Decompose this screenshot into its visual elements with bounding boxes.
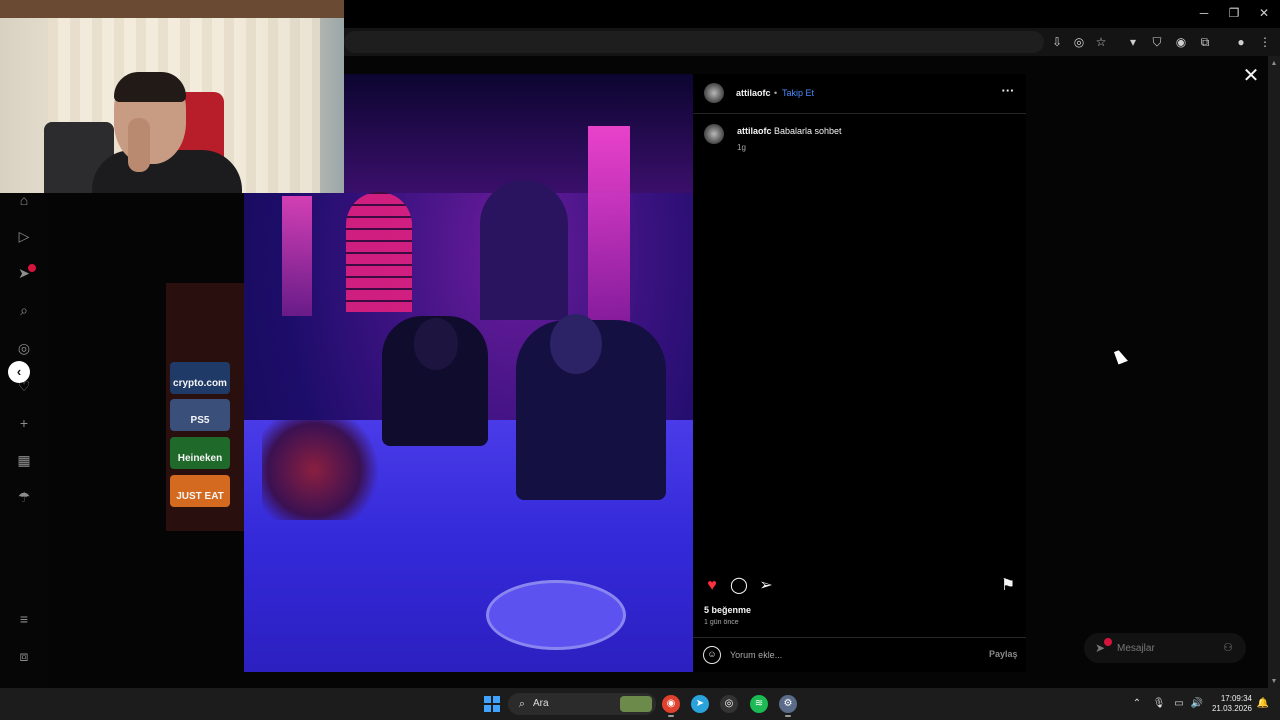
restore-icon[interactable]: ❐ <box>1220 4 1248 22</box>
extension-icon[interactable]: ▾ <box>1124 34 1142 50</box>
game-launcher-icon[interactable]: ◎ <box>720 695 738 713</box>
photo-window <box>346 192 412 312</box>
window-close-icon[interactable]: ✕ <box>1250 4 1278 22</box>
webcam-streamer-hair <box>114 72 186 102</box>
notification-bell-icon[interactable]: 🔔 <box>1256 697 1270 711</box>
sponsor-logo: Heineken <box>170 437 230 469</box>
user-avatar[interactable] <box>704 83 724 103</box>
caption-text: Babalarla sohbet <box>774 126 842 136</box>
photo-plate <box>486 580 626 650</box>
save-bookmark-icon[interactable]: ⚑ <box>999 577 1017 595</box>
photo-flowers <box>262 420 392 520</box>
post-username[interactable]: attilaofc <box>736 88 771 98</box>
photo-ceiling <box>344 74 693 193</box>
shield-icon[interactable]: ⛉ <box>1148 34 1166 50</box>
sponsor-logo: JUST EAT <box>170 475 230 507</box>
extension-icon[interactable]: ◉ <box>1172 34 1190 50</box>
like-heart-icon[interactable]: ♥ <box>703 577 721 595</box>
show-hidden-icons-icon[interactable]: ⌃ <box>1130 697 1144 711</box>
photo-light <box>282 196 312 316</box>
sponsor-logo: crypto.com <box>170 362 230 394</box>
volume-icon[interactable]: 🔊 <box>1190 697 1204 711</box>
post-comment-button[interactable]: Paylaş <box>989 649 1018 659</box>
search-icon[interactable]: ⌕ <box>14 300 34 320</box>
microphone-icon[interactable]: 🎙 <box>1152 697 1166 711</box>
eye-slash-icon[interactable]: ◎ <box>1070 34 1088 50</box>
messages-label: Mesajlar <box>1117 643 1155 654</box>
taskbar-search-label: Ara <box>533 698 549 709</box>
apps-icon[interactable]: ⧈ <box>14 646 34 666</box>
scroll-up-icon[interactable]: ▲ <box>1270 60 1278 68</box>
separator-dot: • <box>774 88 778 98</box>
share-icon[interactable]: ➢ <box>757 577 775 595</box>
puzzle-icon[interactable]: ⧉ <box>1196 34 1214 50</box>
caption-username[interactable]: attilaofc <box>737 126 772 136</box>
app-running-indicator <box>785 715 791 717</box>
page-scrollbar[interactable] <box>1268 56 1280 688</box>
app-running-indicator <box>668 715 674 717</box>
post-time: 1 gün önce <box>704 619 739 626</box>
settings-icon[interactable]: ⚙ <box>779 695 797 713</box>
windows-start-icon[interactable] <box>484 696 500 712</box>
kebab-menu-icon[interactable]: ⋮ <box>1256 34 1274 50</box>
comment-input[interactable] <box>730 649 970 661</box>
minimize-icon[interactable]: ─ <box>1190 4 1218 22</box>
telegram-icon[interactable]: ➤ <box>691 695 709 713</box>
menu-icon[interactable]: ≡ <box>14 609 34 629</box>
profile-avatar-icon[interactable]: ● <box>1232 34 1250 50</box>
more-options-icon[interactable]: ··· <box>998 84 1018 100</box>
photo-person-head <box>414 318 458 370</box>
photo-archway <box>480 180 568 320</box>
reels-icon[interactable]: ▷ <box>14 226 34 246</box>
install-app-icon[interactable]: ⇩ <box>1048 34 1066 50</box>
likes-count[interactable]: 5 beğenme <box>704 605 751 615</box>
message-avatars-icon: ⚇ <box>1223 642 1233 654</box>
bookmark-star-icon[interactable]: ☆ <box>1092 34 1110 50</box>
clock-time[interactable]: 17:09:34 <box>1212 694 1252 703</box>
network-icon[interactable]: ▭ <box>1172 697 1186 711</box>
close-icon[interactable]: ✕ <box>1242 66 1260 86</box>
photo-light <box>588 126 630 326</box>
spotify-icon[interactable]: ≋ <box>750 695 768 713</box>
chrome-icon[interactable]: ◉ <box>662 695 680 713</box>
search-highlight-image <box>620 696 652 712</box>
threads-icon[interactable]: ☂ <box>14 487 34 507</box>
webcam-streamer-hand <box>128 118 150 172</box>
photo-person-head <box>550 314 602 374</box>
emoji-icon[interactable]: ☺ <box>703 646 721 664</box>
scroll-down-icon[interactable]: ▼ <box>1270 678 1278 686</box>
webcam-overlay <box>0 0 344 193</box>
messages-badge <box>1104 638 1112 646</box>
comment-icon[interactable]: ◯ <box>730 577 748 595</box>
search-icon: ⌕ <box>518 698 526 710</box>
address-bar[interactable] <box>344 31 1044 53</box>
webcam-ceiling <box>0 0 344 18</box>
previous-post-button[interactable]: ‹ <box>8 361 30 383</box>
clock-date[interactable]: 21.03.2026 <box>1210 704 1252 713</box>
home-icon[interactable]: ⌂ <box>14 190 34 210</box>
explore-icon[interactable]: ◎ <box>14 338 34 358</box>
notification-badge <box>28 264 36 272</box>
sponsor-logo: PS5 <box>170 399 230 431</box>
create-icon[interactable]: + <box>14 413 34 433</box>
dashboard-icon[interactable]: ▦ <box>14 450 34 470</box>
follow-button[interactable]: Takip Et <box>782 88 814 98</box>
caption-avatar[interactable] <box>704 124 724 144</box>
caption-time: 1g <box>737 143 746 152</box>
